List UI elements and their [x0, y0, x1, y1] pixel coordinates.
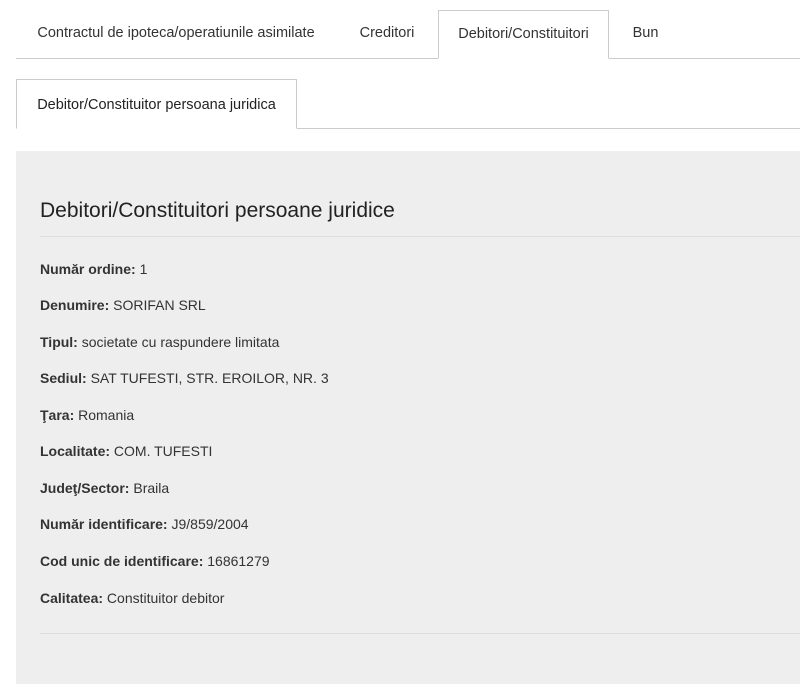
- field-label: Denumire:: [40, 297, 110, 313]
- field-label: Număr ordine:: [40, 261, 136, 277]
- field-tipul: Tipul: societate cu raspundere limitata: [40, 333, 279, 351]
- field-numar-identificare: Număr identificare: J9/859/2004: [40, 515, 249, 533]
- field-value: Romania: [78, 407, 135, 423]
- field-label: Localitate:: [40, 443, 111, 459]
- tab-debitori[interactable]: Debitori/Constituitori: [438, 10, 609, 59]
- field-value: SAT TUFESTI, STR. EROILOR, NR. 3: [90, 370, 329, 386]
- tab-contract[interactable]: Contractul de ipoteca/operatiunile asimi…: [16, 10, 336, 57]
- field-label: Calitatea:: [40, 590, 104, 606]
- field-value: COM. TUFESTI: [113, 443, 213, 459]
- field-label: Ţara:: [40, 407, 75, 423]
- field-judet-sector: Judeţ/Sector: Braila: [40, 479, 169, 497]
- field-label: Cod unic de identificare:: [40, 553, 204, 569]
- divider: [40, 633, 800, 634]
- field-localitate: Localitate: COM. TUFESTI: [40, 442, 212, 460]
- tab-bun[interactable]: Bun: [609, 10, 682, 57]
- field-value: SORIFAN SRL: [113, 297, 206, 313]
- field-value: Constituitor debitor: [106, 590, 225, 606]
- details-panel: Debitori/Constituitori persoane juridice…: [16, 151, 800, 684]
- field-label: Număr identificare:: [40, 516, 168, 532]
- field-numar-ordine: Număr ordine: 1: [40, 260, 147, 278]
- field-cod-unic: Cod unic de identificare: 16861279: [40, 552, 270, 570]
- field-value: 1: [139, 261, 148, 277]
- field-value: J9/859/2004: [171, 516, 249, 532]
- field-label: Judeţ/Sector:: [40, 480, 130, 496]
- field-value: societate cu raspundere limitata: [81, 334, 280, 350]
- subtab-persoana-juridica[interactable]: Debitor/Constituitor persoana juridica: [16, 79, 297, 129]
- field-label: Tipul:: [40, 334, 78, 350]
- tab-creditori[interactable]: Creditori: [336, 10, 438, 57]
- field-label: Sediul:: [40, 370, 87, 386]
- main-tab-bar: Contractul de ipoteca/operatiunile asimi…: [16, 10, 800, 59]
- sub-tab-bar: Debitor/Constituitor persoana juridica: [16, 79, 800, 129]
- field-sediul: Sediul: SAT TUFESTI, STR. EROILOR, NR. 3: [40, 369, 329, 387]
- section-title: Debitori/Constituitori persoane juridice: [40, 199, 395, 222]
- field-calitatea: Calitatea: Constituitor debitor: [40, 589, 224, 607]
- field-value: 16861279: [207, 553, 270, 569]
- field-denumire: Denumire: SORIFAN SRL: [40, 296, 206, 314]
- field-value: Braila: [133, 480, 170, 496]
- field-tara: Ţara: Romania: [40, 406, 134, 424]
- divider: [40, 236, 800, 237]
